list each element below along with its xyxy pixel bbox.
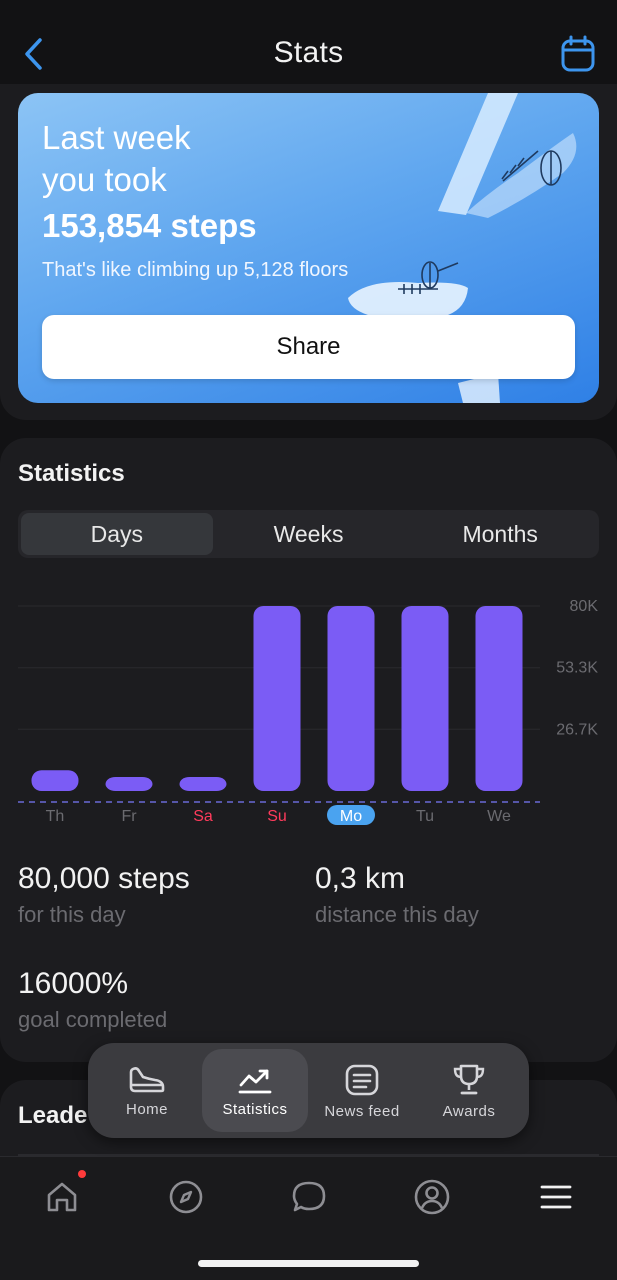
weekly-summary-card: Last week you took 153,854 steps That's …	[18, 93, 599, 403]
nav-home[interactable]	[40, 1175, 84, 1219]
shoe-icon	[129, 1067, 165, 1093]
nav-explore[interactable]	[164, 1175, 208, 1219]
y-tick-label: 80K	[570, 598, 599, 615]
chat-bubble-icon	[292, 1181, 326, 1212]
steps-label: for this day	[18, 902, 126, 927]
distance-value: 0,3 km	[315, 862, 406, 895]
goal-value: 16000%	[18, 967, 129, 1000]
float-tab-label: Awards	[442, 1103, 496, 1120]
page-title: Stats	[273, 36, 344, 69]
home-icon	[47, 1182, 77, 1212]
steps-value: 80,000 steps	[18, 862, 190, 895]
notification-badge	[78, 1170, 86, 1178]
period-segmented-control: Days Weeks Months	[18, 510, 599, 558]
x-tick-label: We	[487, 808, 511, 825]
tab-months[interactable]: Months	[404, 513, 596, 555]
float-tab-news-feed[interactable]: News feed	[309, 1049, 415, 1132]
goal-label: goal completed	[18, 1007, 168, 1032]
float-tab-label: Statistics	[222, 1101, 288, 1118]
bar-mo[interactable]	[327, 606, 375, 791]
bar-th[interactable]	[31, 770, 79, 791]
menu-icon	[540, 1185, 572, 1209]
calendar-button[interactable]	[559, 34, 597, 74]
bar-we[interactable]	[475, 606, 523, 791]
newspaper-icon	[345, 1064, 379, 1096]
hero-headline: Last week you took	[42, 117, 191, 201]
bar-fr[interactable]	[105, 777, 153, 791]
tab-days[interactable]: Days	[21, 513, 213, 555]
bar-tu[interactable]	[401, 606, 449, 791]
calendar-icon	[561, 35, 595, 72]
statistics-title: Statistics	[18, 460, 125, 487]
float-tab-statistics[interactable]: Statistics	[202, 1049, 308, 1132]
statistics-card: Statistics Days Weeks Months 80K 53.3K 26.…	[0, 438, 617, 1062]
floating-tab-bar: Home Statistics News feed Awards	[88, 1043, 529, 1138]
hero-line-1: Last week	[42, 119, 191, 156]
home-indicator	[198, 1260, 419, 1267]
float-tab-home[interactable]: Home	[94, 1049, 200, 1132]
x-tick-label: Th	[46, 808, 65, 825]
daily-steps-chart: 80K 53.3K 26.7K Th Fr Sa Su Mo Tu We	[18, 598, 599, 825]
share-button[interactable]: Share	[42, 315, 575, 379]
y-tick-label: 26.7K	[556, 721, 598, 738]
nav-menu[interactable]	[534, 1175, 578, 1219]
compass-icon	[169, 1180, 203, 1214]
x-tick-label: Su	[267, 808, 287, 825]
nav-profile[interactable]	[410, 1175, 454, 1219]
nav-chat[interactable]	[287, 1175, 331, 1219]
float-tab-awards[interactable]: Awards	[416, 1049, 522, 1132]
profile-icon	[414, 1179, 450, 1215]
float-tab-label: News feed	[324, 1103, 400, 1120]
weekly-steps-total: 153,854 steps	[42, 207, 257, 244]
hero-line-2: you took	[42, 161, 167, 198]
float-tab-label: Home	[125, 1101, 168, 1118]
bar-sa[interactable]	[179, 777, 227, 791]
trophy-icon	[453, 1064, 485, 1095]
x-tick-label: Tu	[416, 808, 434, 825]
trend-chart-icon	[238, 1069, 272, 1094]
x-tick-label: Fr	[121, 808, 137, 825]
x-tick-label: Sa	[193, 808, 213, 825]
leaderboard-title: Leade	[18, 1102, 88, 1129]
y-tick-label: 53.3K	[556, 660, 598, 677]
bar-su[interactable]	[253, 606, 301, 791]
x-tick-label: Mo	[340, 808, 362, 825]
distance-label: distance this day	[315, 902, 479, 927]
hero-subtitle: That's like climbing up 5,128 floors	[42, 259, 349, 281]
tab-weeks[interactable]: Weeks	[213, 513, 405, 555]
